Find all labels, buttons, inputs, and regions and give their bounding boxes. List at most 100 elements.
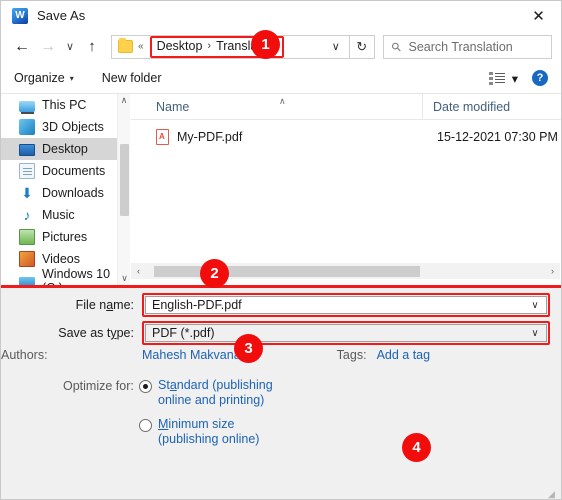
radio-standard-icon[interactable] (139, 380, 152, 393)
sidebar-item-label: 3D Objects (42, 120, 104, 134)
file-name-input[interactable]: English-PDF.pdf ∨ (145, 296, 547, 314)
authors-label: Authors: (1, 348, 48, 362)
pictures-icon (19, 229, 35, 245)
close-icon[interactable]: ✕ (516, 1, 561, 30)
organize-button[interactable]: Organize ▾ (14, 71, 74, 85)
folder-icon (118, 38, 133, 53)
3d-objects-icon (19, 119, 35, 135)
radio-standard-label: Standard (publishing online and printing) (158, 378, 273, 407)
hscroll-thumb[interactable] (154, 266, 420, 277)
file-name-value: English-PDF.pdf (152, 298, 242, 312)
navigation-bar: ← → ∨ ↑ « Desktop › Translation ∨ ↻ ⚲ Se… (1, 30, 561, 63)
radio-minimum-size[interactable]: Minimum size (publishing online) (139, 417, 273, 447)
navpane-scroll-down-icon[interactable]: ∨ (118, 272, 130, 285)
drive-icon (19, 277, 35, 285)
callout-badge-2: 2 (200, 259, 229, 288)
up-button[interactable]: ↑ (79, 34, 105, 60)
address-dropdown-icon[interactable]: ∨ (323, 36, 349, 58)
sidebar-item-label: Pictures (42, 230, 88, 244)
sort-ascending-icon: ∧ (279, 96, 286, 106)
window-title: Save As (37, 8, 86, 23)
hscroll-right-icon[interactable]: › (545, 263, 560, 279)
sidebar-item-label: Documents (42, 164, 106, 178)
desktop-icon (19, 144, 35, 156)
save-as-type-highlight: PDF (*.pdf) ∨ (142, 321, 550, 345)
this-pc-icon (19, 100, 35, 114)
optimize-radio-group: Standard (publishing online and printing)… (139, 378, 273, 447)
radio-minimum-icon[interactable] (139, 419, 152, 432)
sidebar-item-label: Videos (42, 252, 80, 266)
sidebar-item-this-pc[interactable]: This PC (1, 94, 130, 116)
sidebar-item-label: Desktop (42, 142, 88, 156)
callout-badge-4: 4 (402, 433, 431, 462)
save-as-type-select[interactable]: PDF (*.pdf) ∨ (145, 324, 547, 342)
help-icon[interactable]: ? (532, 70, 548, 86)
resize-grip-icon[interactable]: ◢ (548, 489, 557, 499)
callout-badge-3: 3 (234, 334, 263, 363)
chevron-down-icon[interactable]: ∨ (524, 300, 546, 311)
command-bar: Organize ▾ New folder ▾ ? (1, 63, 561, 94)
sidebar-item-documents[interactable]: Documents (1, 160, 130, 182)
save-as-type-value: PDF (*.pdf) (152, 326, 215, 340)
chevron-down-icon[interactable]: ∨ (524, 328, 546, 339)
new-folder-label: New folder (101, 71, 162, 85)
authors-tags-row: Authors: Mahesh Makvana Tags: Add a tag (1, 348, 561, 362)
search-box[interactable]: ⚲ Search Translation (382, 34, 552, 59)
view-options-icon[interactable] (488, 71, 505, 85)
radio-standard[interactable]: Standard (publishing online and printing) (139, 378, 273, 408)
sidebar-item-3d-objects[interactable]: 3D Objects (1, 116, 130, 138)
downloads-icon: ⬇ (21, 185, 33, 201)
new-folder-button[interactable]: New folder (102, 71, 162, 85)
browser-body: This PC 3D Objects Desktop Documents ⬇ D… (1, 94, 561, 285)
file-list-hscrollbar[interactable]: ‹ › (131, 263, 560, 279)
search-input[interactable]: Search Translation (409, 40, 513, 54)
search-icon: ⚲ (388, 38, 405, 55)
view-dropdown-icon[interactable]: ▾ (512, 71, 518, 86)
chevron-down-icon: ▾ (69, 73, 74, 83)
address-bar[interactable]: « Desktop › Translation ∨ (111, 34, 350, 59)
navpane-scroll-thumb[interactable] (120, 144, 129, 216)
sidebar-item-pictures[interactable]: Pictures (1, 226, 130, 248)
music-icon: ♪ (23, 207, 31, 223)
callout-badge-1: 1 (251, 30, 280, 59)
hscroll-left-icon[interactable]: ‹ (131, 263, 146, 279)
authors-value[interactable]: Mahesh Makvana (142, 348, 241, 362)
file-name-cell: My-PDF.pdf (177, 129, 243, 144)
file-date-cell: 15-12-2021 07:30 PM (437, 129, 558, 144)
file-name-highlight: English-PDF.pdf ∨ (142, 293, 550, 317)
file-list: Name ∧ Date modified My-PDF.pdf 15-12-20… (131, 94, 561, 285)
recent-locations-button[interactable]: ∨ (61, 34, 79, 60)
navpane-scrollbar[interactable]: ∧ ∨ (117, 94, 130, 285)
documents-icon (19, 163, 35, 179)
navpane-scroll-up-icon[interactable]: ∧ (118, 94, 130, 107)
sidebar-item-label: This PC (42, 98, 87, 112)
tags-value[interactable]: Add a tag (377, 348, 431, 362)
title-bar: W Save As ✕ (1, 1, 561, 30)
tags-label: Tags: (336, 348, 367, 362)
file-name-label: File name: (75, 298, 134, 312)
sidebar-item-windows-c[interactable]: Windows 10 (C:) (1, 267, 130, 285)
forward-button[interactable]: → (35, 34, 61, 60)
sidebar-item-desktop[interactable]: Desktop (1, 138, 130, 160)
breadcrumb-separator-icon: › (207, 40, 212, 52)
navigation-pane: This PC 3D Objects Desktop Documents ⬇ D… (1, 94, 130, 285)
sidebar-item-label: Music (42, 208, 75, 222)
refresh-icon[interactable]: ↻ (349, 34, 375, 59)
word-app-icon: W (12, 7, 28, 24)
sidebar-item-downloads[interactable]: ⬇ Downloads (1, 182, 130, 204)
column-header-name[interactable]: Name (131, 100, 422, 114)
pdf-file-icon (156, 128, 169, 145)
radio-minimum-label: Minimum size (publishing online) (158, 417, 260, 446)
save-as-type-label: Save as type: (58, 326, 134, 340)
breadcrumb-item-desktop[interactable]: Desktop (157, 39, 203, 53)
save-options-panel: File name: English-PDF.pdf ∨ Save as typ… (1, 288, 561, 499)
organize-label: Organize (14, 71, 65, 85)
column-header-date-modified[interactable]: Date modified (422, 94, 561, 119)
videos-icon (19, 251, 35, 267)
sidebar-item-label: Downloads (42, 186, 104, 200)
breadcrumb-overflow[interactable]: « (138, 41, 144, 52)
back-button[interactable]: ← (9, 34, 35, 60)
save-as-type-row: Save as type: PDF (*.pdf) ∨ (1, 321, 561, 345)
sidebar-item-music[interactable]: ♪ Music (1, 204, 130, 226)
table-row[interactable]: My-PDF.pdf 15-12-2021 07:30 PM (131, 124, 561, 149)
